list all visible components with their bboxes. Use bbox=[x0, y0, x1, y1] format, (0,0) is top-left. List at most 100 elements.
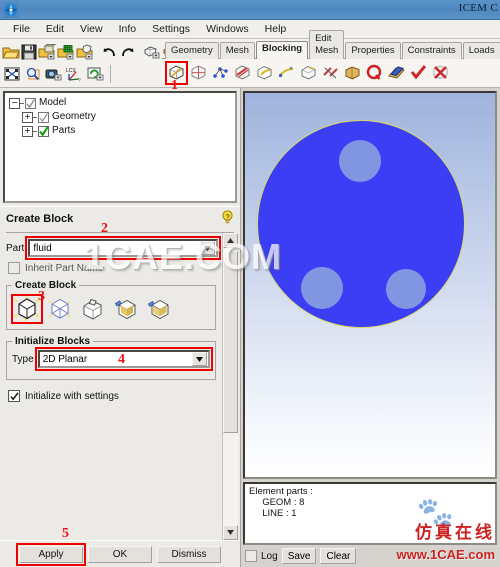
scan-planes-icon[interactable] bbox=[386, 62, 407, 84]
tab-geometry[interactable]: Geometry bbox=[165, 42, 219, 59]
menu-settings[interactable]: Settings bbox=[145, 22, 197, 36]
zoom-box-icon[interactable] bbox=[23, 64, 43, 84]
tab-edit-mesh[interactable]: Edit Mesh bbox=[309, 30, 345, 59]
expander-minus-icon[interactable]: − bbox=[9, 97, 20, 109]
part-label: Part bbox=[6, 242, 25, 254]
menu-bar: File Edit View Info Settings Windows Hel… bbox=[0, 20, 500, 39]
type-combobox[interactable]: 2D Planar bbox=[34, 347, 214, 371]
menu-windows[interactable]: Windows bbox=[199, 22, 256, 36]
standard-toolbar: LCS? bbox=[0, 39, 179, 87]
help-bulb-icon[interactable] bbox=[221, 210, 234, 228]
initialize-with-settings-row[interactable]: Initialize with settings bbox=[8, 390, 218, 402]
open-blocking-icon[interactable] bbox=[76, 42, 94, 62]
save-icon[interactable] bbox=[21, 42, 37, 62]
message-text[interactable]: Element parts : GEOM : 8 LINE : 1 bbox=[243, 482, 497, 545]
check-blocks-icon[interactable] bbox=[408, 62, 429, 84]
tree-node-model[interactable]: − Model bbox=[9, 96, 231, 110]
initialize-blocks-legend: Initialize Blocks bbox=[15, 336, 91, 347]
create-block-icon[interactable] bbox=[165, 60, 188, 85]
tab-mesh[interactable]: Mesh bbox=[219, 42, 255, 59]
2d-to-3d-icon[interactable] bbox=[45, 295, 75, 323]
scroll-down-button[interactable] bbox=[223, 525, 238, 540]
transform-blocks-icon[interactable] bbox=[298, 62, 319, 84]
panel-header: Create Block bbox=[0, 206, 240, 230]
create-block-icon-row bbox=[11, 294, 210, 324]
ok-button[interactable]: OK bbox=[88, 545, 152, 563]
geometry-hole bbox=[386, 269, 426, 309]
clear-button[interactable]: Clear bbox=[320, 548, 357, 564]
save-button[interactable]: Save bbox=[281, 548, 317, 564]
panel-scrollbar[interactable] bbox=[222, 233, 238, 540]
tree-connector bbox=[20, 102, 24, 104]
model-tree[interactable]: − Model + Geometry + Parts bbox=[3, 91, 237, 203]
tree-node-parts[interactable]: + Parts bbox=[9, 124, 231, 138]
initialize-with-settings-checkbox[interactable] bbox=[8, 390, 20, 402]
delete-block-icon[interactable] bbox=[430, 62, 451, 84]
refresh-icon[interactable] bbox=[86, 64, 106, 84]
initialize-blocks-group: Initialize Blocks Type 2D Planar bbox=[6, 336, 216, 380]
create-block-from-faces-icon[interactable] bbox=[78, 295, 108, 323]
type-label: Type bbox=[12, 353, 34, 365]
fit-window-icon[interactable] bbox=[2, 64, 22, 84]
open-folder-icon[interactable] bbox=[2, 42, 20, 62]
dismiss-button[interactable]: Dismiss bbox=[157, 545, 221, 563]
open-geometry-icon[interactable] bbox=[38, 42, 56, 62]
menu-view[interactable]: View bbox=[73, 22, 110, 36]
graphics-viewport[interactable] bbox=[243, 91, 497, 479]
open-mesh-icon[interactable] bbox=[57, 42, 75, 62]
inherit-part-name-checkbox[interactable] bbox=[8, 262, 20, 274]
split-block-icon[interactable] bbox=[188, 62, 209, 84]
initialize-blocks-icon[interactable] bbox=[11, 294, 43, 324]
expander-plus-icon[interactable]: + bbox=[22, 125, 33, 137]
camera-icon[interactable] bbox=[44, 64, 64, 84]
tab-properties[interactable]: Properties bbox=[345, 42, 401, 59]
menu-help[interactable]: Help bbox=[258, 22, 294, 36]
edge-mesh-params-icon[interactable] bbox=[320, 62, 341, 84]
edit-block-icon[interactable] bbox=[232, 62, 253, 84]
expander-plus-icon[interactable]: + bbox=[22, 111, 33, 123]
redo-icon[interactable] bbox=[119, 42, 135, 62]
undo-icon[interactable] bbox=[102, 42, 118, 62]
toolbar-separator bbox=[110, 65, 111, 83]
panel-title: Create Block bbox=[6, 213, 74, 225]
tree-node-geometry[interactable]: + Geometry bbox=[9, 110, 231, 124]
panel-body: Part fluid Inherit Part Name Create Bloc… bbox=[0, 233, 240, 540]
scroll-up-button[interactable] bbox=[223, 233, 238, 248]
pre-mesh-params-icon[interactable] bbox=[342, 62, 363, 84]
2d-planar-block-icon[interactable] bbox=[144, 295, 174, 323]
checkbox-partial-icon[interactable] bbox=[25, 97, 36, 109]
merge-vertices-icon[interactable] bbox=[210, 62, 231, 84]
checkbox-partial-icon[interactable] bbox=[38, 111, 49, 123]
chevron-down-icon[interactable] bbox=[200, 241, 215, 255]
tree-connector bbox=[33, 130, 37, 132]
lcs-axes-icon[interactable]: LCS? bbox=[65, 64, 85, 84]
menu-edit[interactable]: Edit bbox=[39, 22, 71, 36]
scrollbar-thumb[interactable] bbox=[223, 251, 238, 433]
move-vertex-icon[interactable] bbox=[276, 62, 297, 84]
model-tree-content: − Model + Geometry + Parts bbox=[5, 93, 235, 141]
extrude-face-icon[interactable] bbox=[111, 295, 141, 323]
menu-info[interactable]: Info bbox=[112, 22, 144, 36]
tab-blocking[interactable]: Blocking bbox=[255, 41, 309, 59]
part-combobox[interactable]: fluid bbox=[25, 236, 221, 260]
associate-icon[interactable] bbox=[254, 62, 275, 84]
tree-label-model: Model bbox=[39, 97, 67, 108]
wireframe-icon[interactable] bbox=[143, 42, 161, 62]
checkbox-checked-icon[interactable] bbox=[38, 125, 49, 137]
inherit-part-name-row[interactable]: Inherit Part Name bbox=[8, 262, 218, 274]
apply-button[interactable]: Apply bbox=[16, 542, 86, 566]
tree-connector bbox=[33, 116, 37, 118]
application-window: ICEM C File Edit View Info Settings Wind… bbox=[0, 0, 500, 567]
pre-mesh-quality-icon[interactable] bbox=[364, 62, 385, 84]
log-checkbox[interactable] bbox=[245, 550, 257, 562]
tab-constraints[interactable]: Constraints bbox=[401, 42, 462, 59]
create-block-panel: Create Block Part fluid Inherit Part Nam… bbox=[0, 206, 240, 567]
inherit-part-name-label: Inherit Part Name bbox=[25, 262, 104, 274]
tab-loads[interactable]: Loads bbox=[462, 42, 500, 59]
function-tabs-toolbar: Geometry Mesh Blocking Edit Mesh Propert… bbox=[162, 30, 500, 87]
chevron-down-icon[interactable] bbox=[192, 352, 207, 366]
blocking-toolbar bbox=[162, 59, 500, 86]
scrollbar-track[interactable] bbox=[223, 248, 238, 525]
menu-file[interactable]: File bbox=[6, 22, 37, 36]
svg-text:?: ? bbox=[78, 78, 81, 82]
